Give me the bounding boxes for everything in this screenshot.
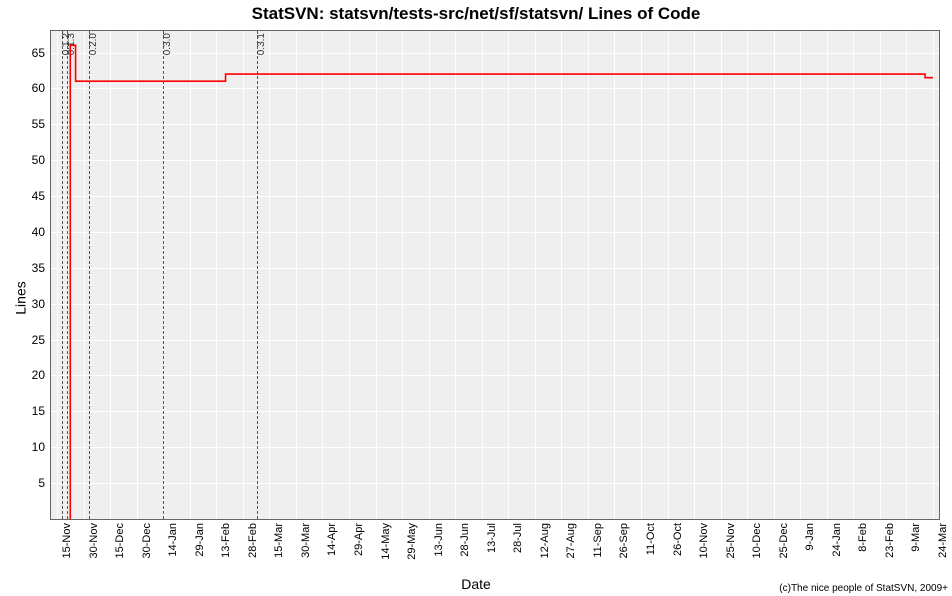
x-tick-label: 29-Apr <box>353 523 365 556</box>
x-tick-label: 13-Jul <box>486 523 498 553</box>
y-tick-label: 40 <box>32 225 45 239</box>
x-tick-label: 14-Apr <box>326 523 338 556</box>
x-tick-label: 8-Feb <box>857 523 869 552</box>
x-tick-label: 30-Mar <box>300 523 312 558</box>
x-tick-label: 29-Jan <box>194 523 206 557</box>
chart-title: StatSVN: statsvn/tests-src/net/sf/statsv… <box>0 4 952 24</box>
y-tick-label: 10 <box>32 440 45 454</box>
plot-area: 0.1.20.1.30.2.00.3.00.3.1 51015202530354… <box>50 30 940 520</box>
x-tick-label: 25-Dec <box>778 523 790 558</box>
y-tick-label: 55 <box>32 117 45 131</box>
x-tick-label: 12-Aug <box>539 523 551 558</box>
x-tick-label: 15-Mar <box>273 523 285 558</box>
x-tick-label: 28-Feb <box>247 523 259 558</box>
y-tick-label: 60 <box>32 81 45 95</box>
y-tick-label: 50 <box>32 153 45 167</box>
y-tick-label: 45 <box>32 189 45 203</box>
series-line <box>70 45 933 519</box>
y-axis-label: Lines <box>13 281 29 314</box>
x-tick-label: 10-Dec <box>751 523 763 558</box>
y-tick-label: 25 <box>32 333 45 347</box>
x-tick-label: 26-Sep <box>618 523 630 558</box>
x-tick-label: 15-Dec <box>114 523 126 558</box>
y-tick-label: 15 <box>32 404 45 418</box>
chart-container: StatSVN: statsvn/tests-src/net/sf/statsv… <box>0 0 952 596</box>
x-tick-label: 24-Mar <box>937 523 949 558</box>
x-tick-label: 13-Jun <box>433 523 445 557</box>
series-svg <box>51 31 939 519</box>
y-tick-label: 35 <box>32 261 45 275</box>
x-tick-label: 23-Feb <box>884 523 896 558</box>
x-tick-label: 30-Nov <box>88 523 100 558</box>
x-tick-label: 26-Oct <box>672 523 684 556</box>
credit-text: (c)The nice people of StatSVN, 2009+ <box>779 583 948 594</box>
y-tick-label: 20 <box>32 368 45 382</box>
x-tick-label: 9-Mar <box>910 523 922 552</box>
y-tick-label: 65 <box>32 46 45 60</box>
x-tick-label: 15-Nov <box>61 523 73 558</box>
x-tick-label: 29-May <box>406 523 418 560</box>
x-tick-label: 30-Dec <box>141 523 153 558</box>
x-tick-label: 14-May <box>380 523 392 560</box>
y-tick-label: 5 <box>38 476 45 490</box>
x-tick-label: 24-Jan <box>831 523 843 557</box>
x-tick-label: 28-Jul <box>512 523 524 553</box>
x-tick-label: 27-Aug <box>565 523 577 558</box>
x-tick-label: 11-Oct <box>645 523 657 555</box>
x-tick-label: 14-Jan <box>167 523 179 557</box>
x-tick-label: 13-Feb <box>220 523 232 558</box>
x-tick-label: 11-Sep <box>592 523 604 558</box>
y-tick-label: 30 <box>32 297 45 311</box>
x-tick-label: 9-Jan <box>804 523 816 551</box>
x-tick-label: 10-Nov <box>698 523 710 558</box>
x-tick-label: 25-Nov <box>725 523 737 558</box>
x-tick-label: 28-Jun <box>459 523 471 557</box>
